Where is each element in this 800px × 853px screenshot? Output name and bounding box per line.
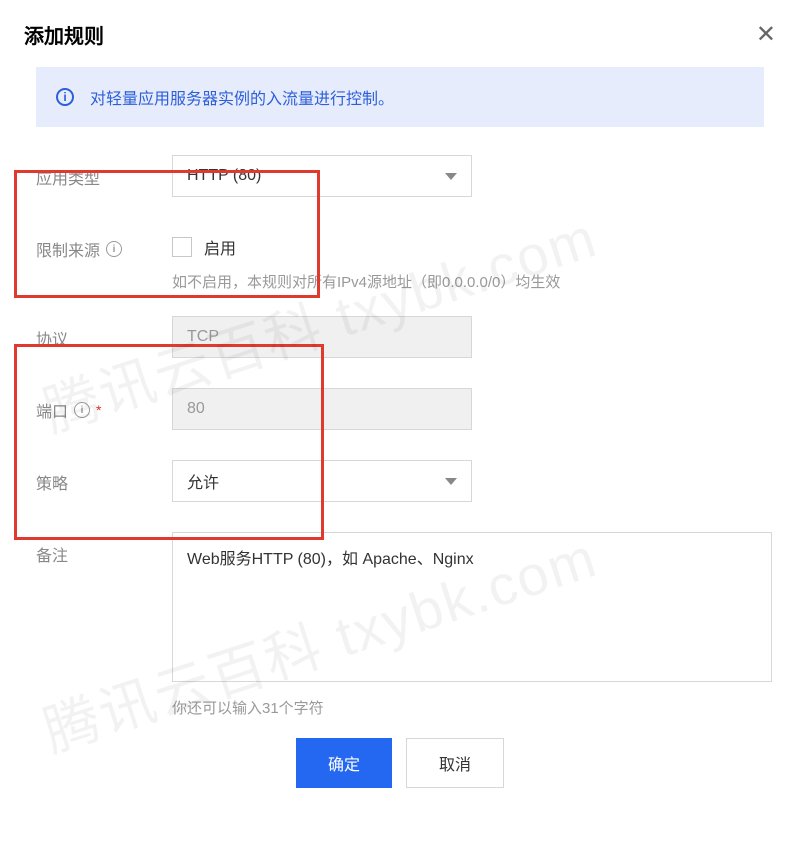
app-type-value: HTTP (80) — [187, 167, 261, 185]
enable-source-checkbox[interactable] — [172, 237, 192, 257]
close-icon[interactable]: ✕ — [756, 23, 776, 47]
policy-label: 策略 — [36, 460, 172, 494]
app-type-select[interactable]: HTTP (80) — [172, 155, 472, 197]
chevron-down-icon — [445, 478, 457, 485]
confirm-button[interactable]: 确定 — [296, 738, 392, 788]
port-input: 80 — [172, 388, 472, 430]
help-icon[interactable]: i — [106, 241, 122, 257]
source-label: 限制来源 i — [36, 227, 172, 261]
enable-source-label: 启用 — [204, 235, 236, 259]
banner-text: 对轻量应用服务器实例的入流量进行控制。 — [90, 85, 394, 109]
port-label: 端口 i * — [36, 388, 172, 422]
help-icon[interactable]: i — [74, 402, 90, 418]
remark-label: 备注 — [36, 532, 172, 566]
chevron-down-icon — [445, 173, 457, 180]
source-help-text: 如不启用，本规则对所有IPv4源地址（即0.0.0.0/0）均生效 — [172, 271, 764, 292]
info-banner: i 对轻量应用服务器实例的入流量进行控制。 — [36, 67, 764, 127]
policy-select[interactable]: 允许 — [172, 460, 472, 502]
remark-textarea[interactable] — [172, 532, 772, 682]
dialog-title: 添加规则 — [24, 20, 104, 49]
protocol-label: 协议 — [36, 316, 172, 350]
required-mark: * — [96, 402, 101, 418]
char-count-text: 你还可以输入31个字符 — [172, 697, 772, 718]
policy-value: 允许 — [187, 469, 219, 493]
cancel-button[interactable]: 取消 — [406, 738, 504, 788]
protocol-input: TCP — [172, 316, 472, 358]
app-type-label: 应用类型 — [36, 155, 172, 189]
info-icon: i — [56, 88, 74, 106]
